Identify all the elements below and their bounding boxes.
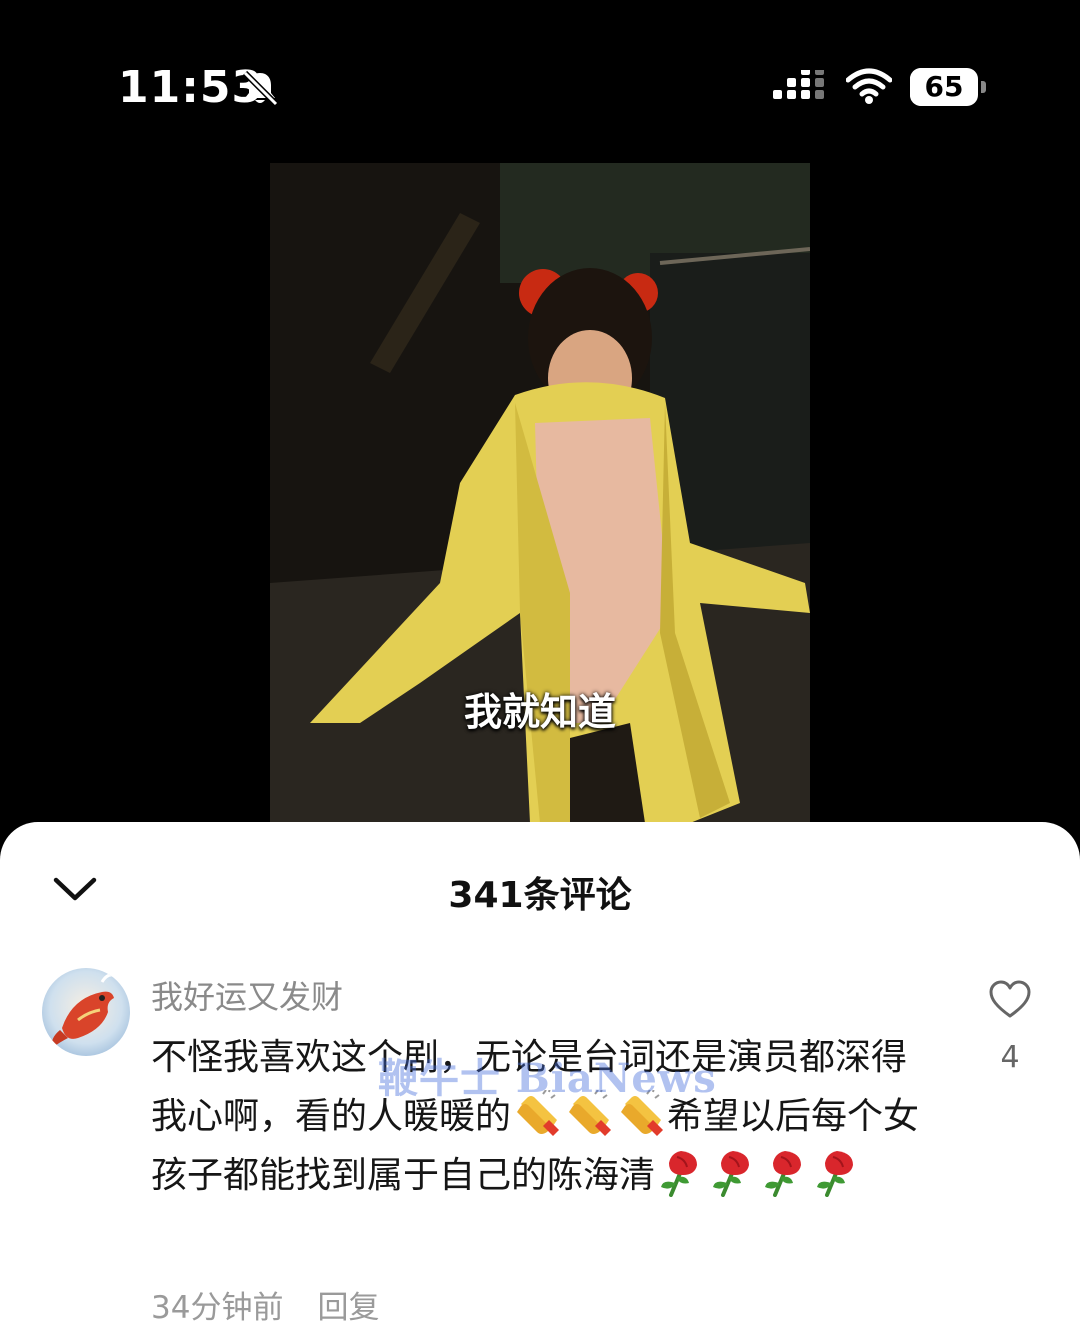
avatar[interactable] [42, 968, 130, 1056]
wifi-icon [846, 68, 892, 104]
rose-icon [713, 1151, 750, 1197]
rose-emojis [655, 1151, 863, 1197]
video-subtitle: 我就知道 [463, 690, 616, 734]
battery-tip [981, 81, 986, 93]
comments-sheet: 341条评论 我好运又发财 不怪我喜欢这个剧，无论是台词还是演员都深得我心啊，看… [0, 822, 1080, 1340]
battery-percent: 65 [924, 70, 964, 103]
rose-icon [817, 1151, 854, 1197]
koi-fish-icon [51, 973, 117, 1048]
like-count: 4 [1000, 1040, 1020, 1075]
bell-off-icon [242, 70, 279, 107]
battery-indicator: 65 [910, 68, 986, 106]
status-bar: 11:53 65 [0, 0, 1080, 170]
rose-icon [661, 1151, 698, 1197]
signal-icon [773, 70, 824, 99]
rose-icon [765, 1151, 802, 1197]
comment-username[interactable]: 我好运又发财 [151, 972, 343, 1018]
video-player[interactable]: 我就知道 [270, 163, 810, 823]
heart-outline-icon[interactable] [988, 980, 1032, 1020]
comments-count-title: 341条评论 [448, 875, 632, 916]
comment-time: 34分钟前 [151, 1290, 284, 1326]
reply-button[interactable]: 回复 [317, 1290, 379, 1326]
comment-meta: 34分钟前 回复 [151, 1282, 379, 1327]
watermark: 鞭牛士 BiaNews [378, 1055, 717, 1102]
